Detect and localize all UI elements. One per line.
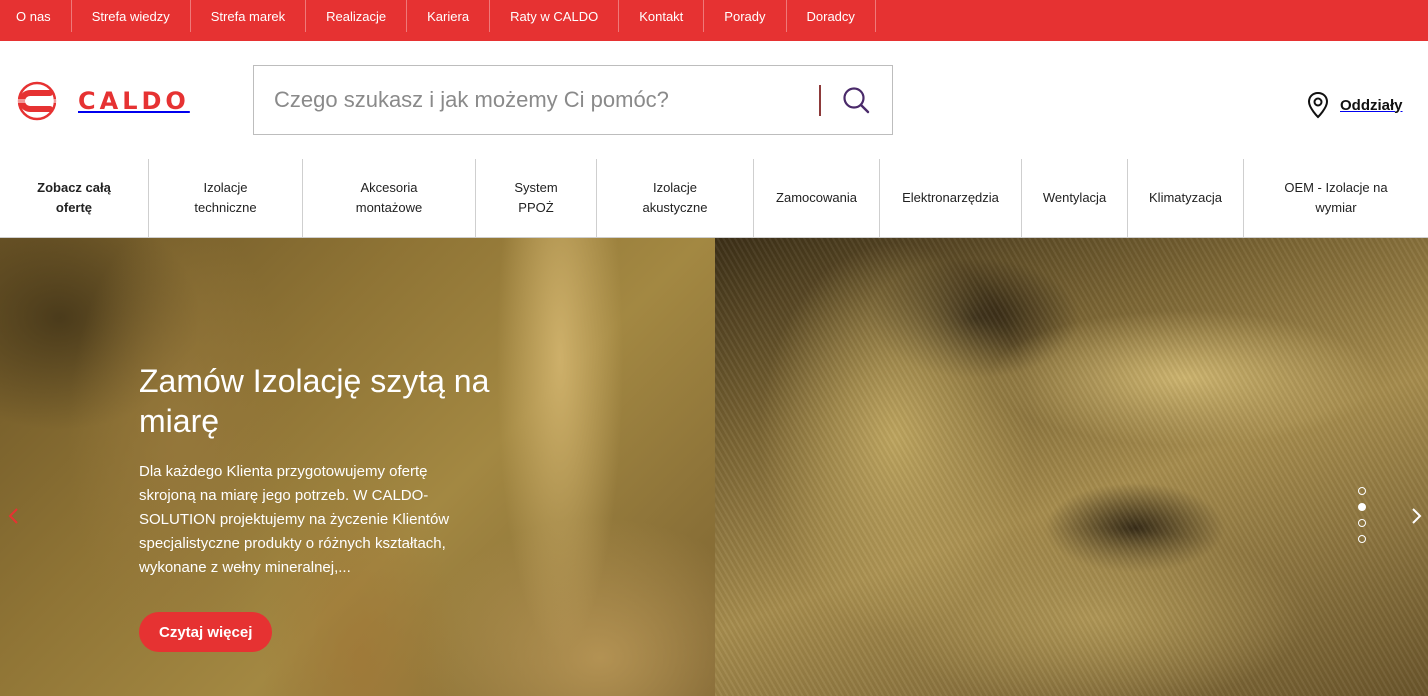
- category-label: Elektronarzędzia: [902, 190, 999, 205]
- category-technical-insulation[interactable]: Izolacje techniczne: [149, 159, 303, 237]
- caldo-logo-icon: [14, 81, 60, 121]
- topbar-link-brands[interactable]: Strefa marek: [191, 0, 307, 32]
- search-input[interactable]: [274, 80, 804, 120]
- category-air-conditioning[interactable]: Klimatyzacja: [1128, 159, 1244, 237]
- category-fire-protection[interactable]: System PPOŻ: [476, 159, 597, 237]
- search-icon: [843, 87, 870, 114]
- category-label-line2: techniczne: [194, 200, 257, 215]
- category-label-line1: Akcesoria: [360, 180, 418, 195]
- topbar-link-about[interactable]: O nas: [0, 0, 72, 32]
- topbar-link-installments[interactable]: Raty w CALDO: [490, 0, 620, 32]
- slider-prev-button[interactable]: [5, 504, 21, 528]
- site-header: CALDO Oddziały: [0, 41, 1428, 159]
- category-label-line1: Zobacz całą: [37, 180, 111, 195]
- topbar-link-career[interactable]: Kariera: [407, 0, 491, 32]
- category-acoustic-insulation[interactable]: Izolacje akustyczne: [597, 159, 754, 237]
- topbar-link-contact[interactable]: Kontakt: [619, 0, 705, 32]
- branches-label: Oddziały: [1340, 96, 1403, 114]
- category-label-line1: Izolacje: [652, 180, 698, 195]
- category-label-line2: akustyczne: [642, 200, 708, 215]
- category-label-line2: montażowe: [355, 200, 423, 215]
- category-label: Wentylacja: [1042, 190, 1107, 205]
- category-navigation: Zobacz całą ofertę Izolacje techniczne Akc…: [0, 159, 1428, 238]
- topbar-link-realizations[interactable]: Realizacje: [306, 0, 408, 32]
- read-more-button[interactable]: Czytaj więcej: [139, 612, 273, 652]
- hero-slider: Zamów Izolację szytą na miarę Dla każdeg…: [0, 238, 1428, 696]
- chevron-left-icon: [8, 508, 18, 524]
- slider-dot-4[interactable]: [1358, 535, 1366, 543]
- category-ventilation[interactable]: Wentylacja: [1022, 159, 1128, 237]
- branches-link[interactable]: Oddziały: [1306, 91, 1403, 119]
- hero-title: Zamów Izolację szytą na miarę: [139, 363, 490, 439]
- search-box: [253, 65, 893, 135]
- category-label-line1: Izolacje: [203, 180, 248, 195]
- category-oem-insulation[interactable]: OEM - Izolacje na wymiar: [1244, 159, 1428, 237]
- location-pin-icon: [1307, 91, 1329, 119]
- slider-dot-2[interactable]: [1358, 503, 1366, 511]
- category-label-line2: PPOŻ: [518, 200, 554, 215]
- search-separator: [819, 85, 821, 116]
- logo-wordmark: CALDO: [78, 87, 190, 115]
- category-label-line2: wymiar: [1315, 200, 1357, 215]
- top-navigation-bar: O nas Strefa wiedzy Strefa marek Realiza…: [0, 0, 1428, 41]
- slider-next-button[interactable]: [1409, 504, 1425, 528]
- category-all-offer[interactable]: Zobacz całą ofertę: [0, 159, 149, 237]
- hero-image-mineral-wool: [715, 238, 1428, 696]
- topbar-link-knowledge[interactable]: Strefa wiedzy: [72, 0, 191, 32]
- slider-dot-3[interactable]: [1358, 519, 1366, 527]
- slider-dot-1[interactable]: [1358, 487, 1366, 495]
- category-mounting-accessories[interactable]: Akcesoria montażowe: [303, 159, 476, 237]
- category-power-tools[interactable]: Elektronarzędzia: [880, 159, 1022, 237]
- category-label-line2: ofertę: [55, 200, 93, 215]
- category-label: Zamocowania: [776, 190, 857, 205]
- hero-description: Dla każdego Klienta przygotowujemy ofert…: [139, 463, 450, 576]
- caldo-logo[interactable]: CALDO: [10, 81, 190, 121]
- slider-pagination: [1358, 487, 1366, 543]
- chevron-right-icon: [1412, 508, 1422, 524]
- category-label-line1: System: [514, 180, 558, 195]
- category-label-line1: OEM - Izolacje na: [1284, 180, 1388, 195]
- topbar-link-advisors[interactable]: Doradcy: [787, 0, 876, 32]
- search-button[interactable]: [839, 83, 873, 117]
- topbar-link-advice[interactable]: Porady: [704, 0, 787, 32]
- category-label: Klimatyzacja: [1149, 190, 1222, 205]
- category-fastenings[interactable]: Zamocowania: [754, 159, 880, 237]
